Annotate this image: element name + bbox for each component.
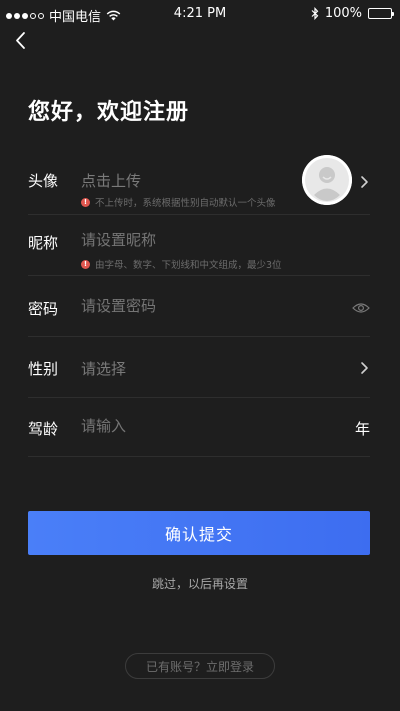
- status-right: 100%: [311, 6, 394, 21]
- page-title: 您好，欢迎注册: [28, 100, 190, 125]
- chevron-right-icon[interactable]: [358, 174, 370, 190]
- chevron-right-icon[interactable]: [358, 360, 370, 376]
- driving-years-label: 驾龄: [28, 420, 59, 438]
- alert-icon: !: [81, 259, 90, 269]
- nickname-row: 昵称 ! 由字母、数字、下划线和中文组成，最少3位: [28, 215, 370, 276]
- gender-label: 性别: [28, 360, 59, 378]
- password-row: 密码: [28, 276, 370, 337]
- nickname-hint: ! 由字母、数字、下划线和中文组成，最少3位: [81, 257, 282, 271]
- password-label: 密码: [28, 300, 59, 318]
- driving-years-input[interactable]: [81, 417, 321, 435]
- gender-select[interactable]: 请选择: [81, 358, 126, 379]
- alert-icon: !: [81, 197, 90, 207]
- gender-row[interactable]: 性别 请选择: [28, 337, 370, 398]
- bluetooth-icon: [311, 7, 319, 20]
- nickname-hint-text: 由字母、数字、下划线和中文组成，最少3位: [95, 260, 282, 271]
- back-button[interactable]: [8, 28, 34, 54]
- password-input[interactable]: [81, 297, 321, 315]
- avatar-upload-placeholder[interactable]: 点击上传: [81, 170, 141, 191]
- battery-icon: [368, 8, 394, 19]
- default-avatar-icon: [302, 155, 352, 205]
- register-screen: 中国电信 4:21 PM 100% 您好，欢迎注册 头像 点击上传 ! 不上传时…: [0, 0, 400, 711]
- chevron-left-icon: [16, 32, 25, 49]
- battery-percent: 100%: [324, 6, 362, 21]
- avatar[interactable]: [302, 155, 352, 205]
- nickname-input[interactable]: [81, 231, 341, 249]
- avatar-hint-text: 不上传时，系统根据性别自动默认一个头像: [95, 198, 276, 209]
- login-button[interactable]: 已有账号？立即登录: [125, 653, 275, 679]
- avatar-hint: ! 不上传时，系统根据性别自动默认一个头像: [81, 195, 276, 209]
- status-bar: 中国电信 4:21 PM 100%: [0, 0, 400, 28]
- skip-link[interactable]: 跳过，以后再设置: [0, 575, 400, 592]
- driving-years-unit: 年: [354, 420, 370, 438]
- driving-years-row: 驾龄 年: [28, 398, 370, 457]
- eye-icon[interactable]: [352, 301, 370, 315]
- avatar-label: 头像: [28, 172, 59, 190]
- submit-button[interactable]: 确认提交: [28, 511, 370, 555]
- nickname-label: 昵称: [28, 234, 59, 252]
- avatar-row[interactable]: 头像 点击上传 ! 不上传时，系统根据性别自动默认一个头像: [28, 155, 370, 215]
